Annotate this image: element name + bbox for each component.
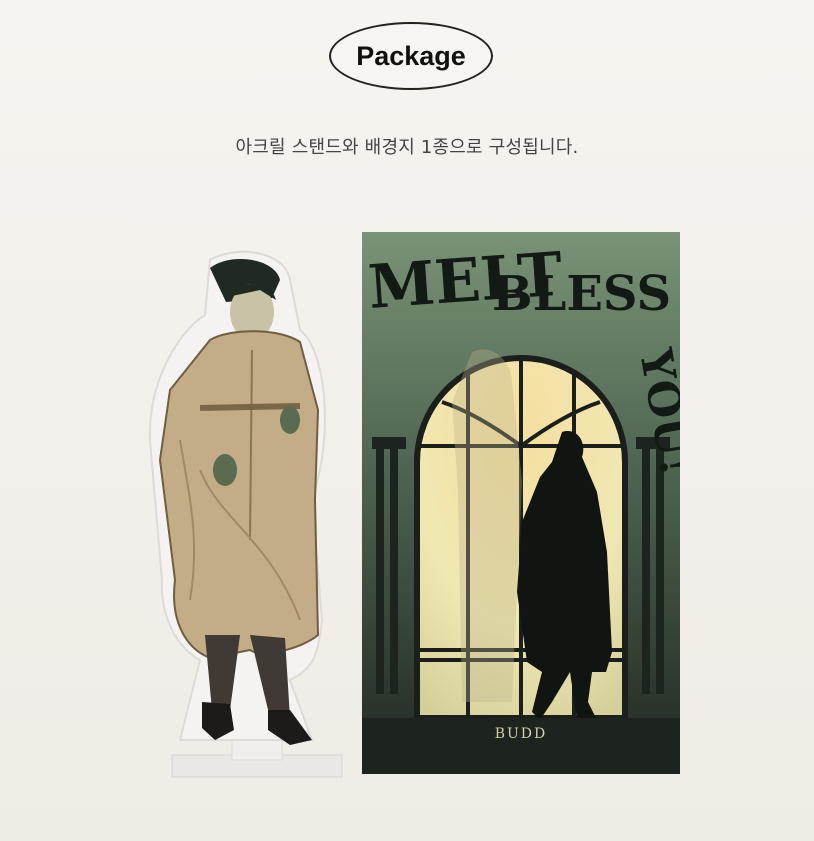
package-badge: Package [329, 22, 493, 90]
background-card-art: MELT BLESS YOU! [362, 232, 680, 774]
card-title-word-2: BLESS [492, 266, 671, 322]
package-description: 아크릴 스탠드와 배경지 1종으로 구성됩니다. [235, 137, 579, 158]
acrylic-stand-image [148, 250, 343, 778]
package-badge-label: Package [356, 40, 466, 71]
card-brand-label: BUDD [494, 726, 548, 742]
background-card: MELT BLESS YOU! BUDD [362, 232, 680, 774]
